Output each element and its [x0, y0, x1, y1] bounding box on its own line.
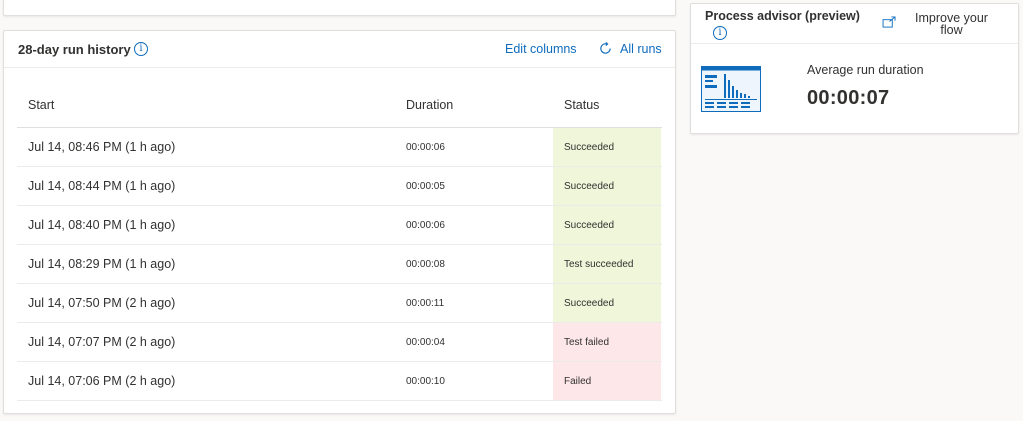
table-row[interactable]: Jul 14, 07:50 PM (2 h ago) 00:00:11 Succee…: [17, 284, 662, 323]
column-header-status[interactable]: Status: [564, 98, 599, 112]
improve-your-flow-button[interactable]: Improve your flow: [904, 12, 999, 37]
run-history-table: Start Duration Status Jul 14, 08:46 PM (…: [17, 86, 662, 401]
run-duration-cell: 00:00:05: [406, 181, 445, 192]
run-start-cell: Jul 14, 08:40 PM (1 h ago): [28, 218, 176, 232]
run-status-label: Succeeded: [564, 220, 615, 231]
run-duration-cell: 00:00:06: [406, 142, 445, 153]
run-duration-cell: 00:00:11: [406, 298, 445, 309]
run-status-label: Test failed: [564, 337, 610, 348]
table-row[interactable]: Jul 14, 08:44 PM (1 h ago) 00:00:05 Succee…: [17, 167, 662, 206]
process-advisor-card: Process advisor (preview) i Improve your…: [690, 3, 1019, 134]
run-start-cell: Jul 14, 08:46 PM (1 h ago): [28, 140, 176, 154]
external-link-icon[interactable]: [882, 16, 897, 28]
table-row[interactable]: Jul 14, 07:07 PM (2 h ago) 00:00:04 Test f…: [17, 323, 662, 362]
table-header: Start Duration Status: [17, 86, 662, 128]
run-duration-cell: 00:00:08: [406, 259, 445, 270]
run-start-cell: Jul 14, 08:29 PM (1 h ago): [28, 257, 176, 271]
process-advisor-title: Process advisor (preview): [705, 9, 860, 23]
run-status-label: Succeeded: [564, 298, 615, 309]
run-duration-cell: 00:00:06: [406, 220, 445, 231]
run-status-cell: Succeeded: [553, 284, 661, 322]
edit-columns-button[interactable]: Edit columns: [505, 42, 577, 56]
info-icon[interactable]: i: [134, 42, 148, 56]
column-header-duration[interactable]: Duration: [406, 98, 453, 112]
run-status-cell: Succeeded: [553, 167, 661, 205]
run-start-cell: Jul 14, 07:50 PM (2 h ago): [28, 296, 176, 310]
refresh-icon[interactable]: [598, 41, 613, 56]
process-advisor-chart-illustration: [701, 66, 761, 112]
table-row[interactable]: Jul 14, 08:40 PM (1 h ago) 00:00:06 Succee…: [17, 206, 662, 245]
run-history-header: 28-day run history i Edit columns All ru…: [4, 31, 675, 68]
run-history-title: 28-day run history: [18, 42, 131, 57]
run-status-label: Succeeded: [564, 142, 615, 153]
run-duration-cell: 00:00:04: [406, 337, 445, 348]
run-status-cell: Succeeded: [553, 128, 661, 166]
run-duration-cell: 00:00:10: [406, 376, 445, 387]
info-icon[interactable]: i: [713, 26, 727, 40]
run-status-cell: Failed: [553, 362, 661, 400]
average-run-duration-label: Average run duration: [807, 63, 924, 77]
table-row[interactable]: Jul 14, 08:46 PM (1 h ago) 00:00:06 Succee…: [17, 128, 662, 167]
run-start-cell: Jul 14, 08:44 PM (1 h ago): [28, 179, 176, 193]
process-advisor-header: Process advisor (preview) i Improve your…: [691, 4, 1018, 44]
average-run-duration-value: 00:00:07: [807, 87, 890, 109]
run-start-cell: Jul 14, 07:07 PM (2 h ago): [28, 335, 176, 349]
table-row[interactable]: Jul 14, 08:29 PM (1 h ago) 00:00:08 Test s…: [17, 245, 662, 284]
table-row[interactable]: Jul 14, 07:06 PM (2 h ago) 00:00:10 Failed: [17, 362, 662, 401]
run-status-label: Failed: [564, 376, 592, 387]
column-header-start[interactable]: Start: [28, 98, 54, 112]
run-status-cell: Succeeded: [553, 206, 661, 244]
run-history-card: 28-day run history i Edit columns All ru…: [3, 30, 676, 414]
all-runs-link[interactable]: All runs: [620, 42, 662, 56]
run-status-cell: Test failed: [553, 323, 661, 361]
run-start-cell: Jul 14, 07:06 PM (2 h ago): [28, 374, 176, 388]
run-status-label: Succeeded: [564, 181, 615, 192]
run-status-label: Test succeeded: [564, 259, 634, 270]
previous-card: [3, 0, 676, 16]
table-body: Jul 14, 08:46 PM (1 h ago) 00:00:06 Succee…: [17, 128, 662, 401]
run-status-cell: Test succeeded: [553, 245, 661, 283]
